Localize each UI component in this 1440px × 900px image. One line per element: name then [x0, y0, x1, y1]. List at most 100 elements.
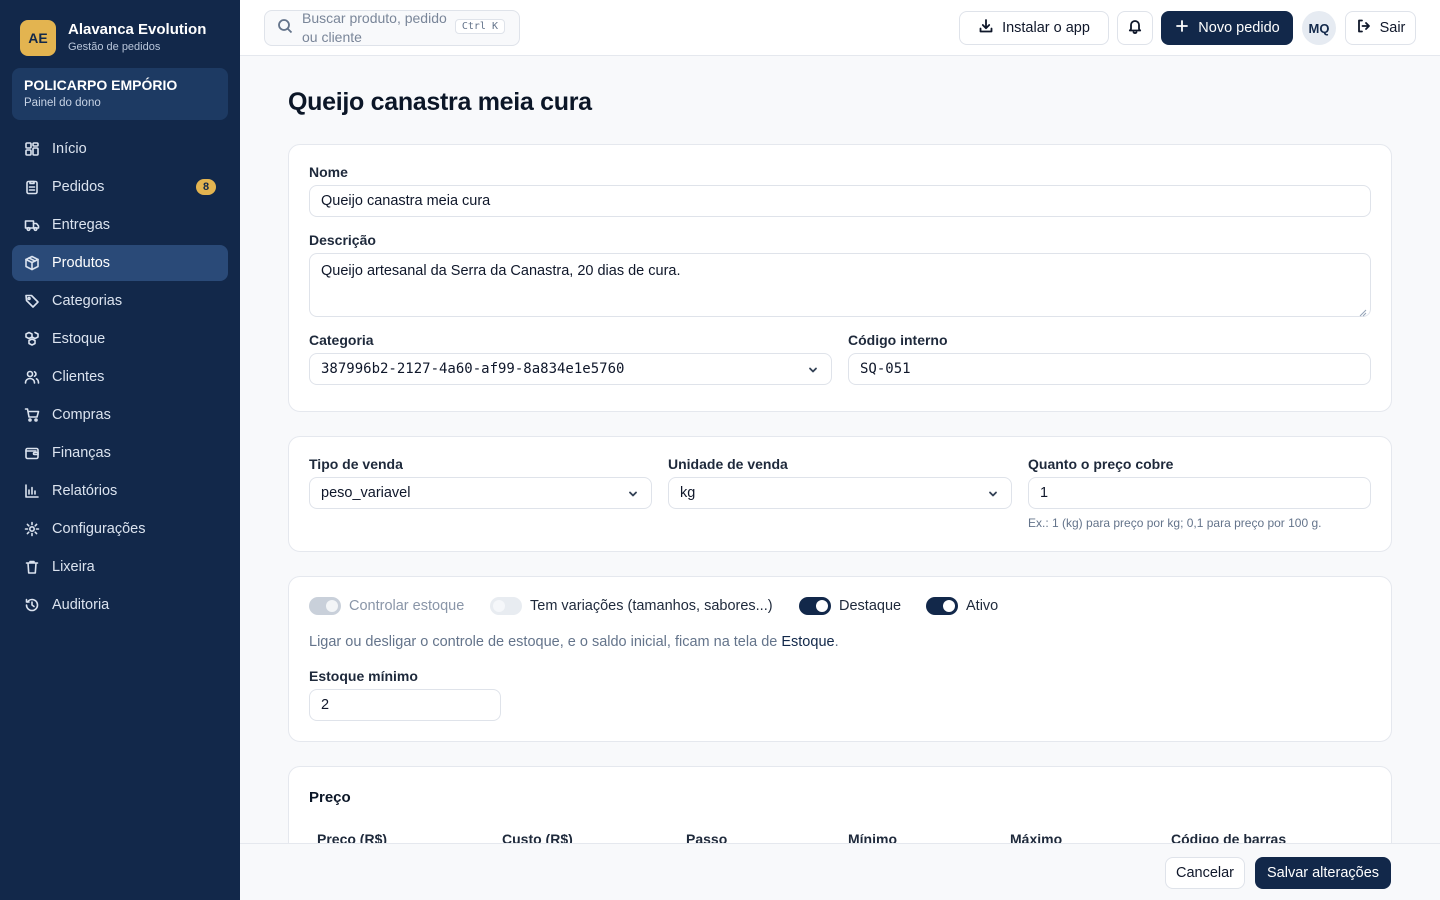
store-switcher[interactable]: POLICARPO EMPÓRIO Painel do dono — [12, 68, 228, 120]
brand-title: Alavanca Evolution — [68, 20, 207, 38]
brand: AE Alavanca Evolution Gestão de pedidos — [0, 0, 240, 56]
active-label: Ativo — [966, 598, 999, 614]
price-covers-label: Quanto o preço cobre — [1028, 456, 1174, 472]
name-label: Nome — [309, 164, 348, 180]
store-name: POLICARPO EMPÓRIO — [24, 77, 178, 93]
boxes-icon — [24, 331, 40, 347]
sidebar-item-categorias[interactable]: Categorias — [12, 283, 228, 319]
sidebar-item-estoque[interactable]: Estoque — [12, 321, 228, 357]
stock-control-toggle[interactable] — [309, 597, 341, 615]
topbar: Buscar produto, pedido ou cliente Ctrl K… — [240, 0, 1440, 56]
sidebar-item-configuracoes[interactable]: Configurações — [12, 511, 228, 547]
search-icon — [277, 18, 293, 39]
sidebar-item-label: Estoque — [52, 331, 106, 347]
sidebar-item-label: Entregas — [52, 217, 111, 233]
tag-icon — [24, 293, 40, 309]
sidebar-item-inicio[interactable]: Início — [12, 131, 228, 167]
logout-icon — [1356, 18, 1372, 38]
sidebar-item-entregas[interactable]: Entregas — [12, 207, 228, 243]
logout-label: Sair — [1379, 20, 1406, 36]
description-value: Queijo artesanal da Serra da Canastra, 2… — [321, 263, 681, 279]
resize-handle-icon[interactable] — [1359, 305, 1367, 317]
sidebar-item-relatorios[interactable]: Relatórios — [12, 473, 228, 509]
bell-icon — [1127, 18, 1143, 38]
bar-chart-icon — [24, 483, 40, 499]
price-section-title: Preço — [309, 789, 351, 806]
sidebar-item-label: Configurações — [52, 521, 146, 537]
stock-info-text: Ligar ou desligar o controle de estoque,… — [309, 634, 839, 650]
chevron-down-icon — [987, 488, 999, 500]
save-button[interactable]: Salvar alterações — [1255, 857, 1391, 889]
sidebar-item-label: Produtos — [52, 255, 111, 271]
sidebar-item-lixeira[interactable]: Lixeira — [12, 549, 228, 585]
sidebar-item-label: Clientes — [52, 369, 105, 385]
cancel-button[interactable]: Cancelar — [1165, 857, 1245, 889]
trash-icon — [24, 559, 40, 575]
stock-page-link[interactable]: Estoque — [781, 634, 834, 650]
category-value: 387996b2-2127-4a60-af99-8a834e1e5760 — [321, 361, 625, 377]
plus-icon — [1174, 18, 1190, 38]
price-covers-field[interactable]: 1 — [1028, 477, 1371, 509]
new-order-button[interactable]: Novo pedido — [1161, 11, 1293, 45]
active-toggle[interactable] — [926, 597, 958, 615]
code-field[interactable]: SQ-051 — [848, 353, 1371, 385]
stock-control-toggle-group: Controlar estoque — [309, 597, 464, 615]
sidebar-item-clientes[interactable]: Clientes — [12, 359, 228, 395]
page-title: Queijo canastra meia cura — [288, 88, 592, 116]
price-covers-hint: Ex.: 1 (kg) para preço por kg; 0,1 para … — [1028, 516, 1322, 530]
category-label: Categoria — [309, 332, 374, 348]
sidebar-item-label: Auditoria — [52, 597, 110, 613]
brand-subtitle: Gestão de pedidos — [68, 40, 161, 53]
min-stock-field[interactable]: 2 — [309, 689, 501, 721]
variations-toggle-group: Tem variações (tamanhos, sabores...) — [490, 597, 773, 615]
brand-logo: AE — [20, 19, 56, 56]
variations-label: Tem variações (tamanhos, sabores...) — [530, 598, 773, 614]
search-placeholder: Buscar produto, pedido ou cliente — [302, 10, 447, 45]
sale-settings-card: Tipo de venda peso_variavel Unidade de v… — [288, 436, 1392, 552]
logout-button[interactable]: Sair — [1345, 11, 1416, 45]
code-label: Código interno — [848, 332, 948, 348]
sale-type-select[interactable]: peso_variavel — [309, 477, 652, 509]
form-footer: Cancelar Salvar alterações — [240, 843, 1440, 900]
name-field[interactable]: Queijo canastra meia cura — [309, 185, 1371, 217]
variations-toggle[interactable] — [490, 597, 522, 615]
gear-icon — [24, 521, 40, 537]
avatar[interactable]: MQ — [1302, 11, 1336, 45]
category-select[interactable]: 387996b2-2127-4a60-af99-8a834e1e5760 — [309, 353, 832, 385]
search-shortcut: Ctrl K — [454, 19, 505, 34]
store-subtitle: Painel do dono — [24, 97, 101, 109]
sidebar: AE Alavanca Evolution Gestão de pedidos … — [0, 0, 240, 900]
description-field[interactable]: Queijo artesanal da Serra da Canastra, 2… — [309, 253, 1371, 317]
sale-type-value: peso_variavel — [321, 485, 411, 501]
download-icon — [978, 18, 994, 38]
sidebar-item-produtos[interactable]: Produtos — [12, 245, 228, 281]
chevron-down-icon — [807, 364, 819, 376]
sale-type-label: Tipo de venda — [309, 456, 403, 472]
sidebar-item-label: Relatórios — [52, 483, 118, 499]
notifications-button[interactable] — [1117, 11, 1153, 45]
sidebar-nav: Início Pedidos 8 Entregas Produtos Categ… — [12, 131, 228, 625]
sidebar-item-label: Pedidos — [52, 179, 105, 195]
stock-info-prefix: Ligar ou desligar o controle de estoque,… — [309, 634, 782, 650]
featured-label: Destaque — [839, 598, 902, 614]
sidebar-item-auditoria[interactable]: Auditoria — [12, 587, 228, 623]
package-icon — [24, 255, 40, 271]
truck-icon — [24, 217, 40, 233]
clipboard-icon — [24, 179, 40, 195]
stock-control-label: Controlar estoque — [349, 598, 465, 614]
featured-toggle[interactable] — [799, 597, 831, 615]
sale-unit-select[interactable]: kg — [668, 477, 1012, 509]
history-icon — [24, 597, 40, 613]
min-stock-label: Estoque mínimo — [309, 668, 418, 684]
install-app-button[interactable]: Instalar o app — [959, 11, 1109, 45]
product-info-card: Nome Queijo canastra meia cura Descrição… — [288, 144, 1392, 412]
search-input[interactable]: Buscar produto, pedido ou cliente Ctrl K — [264, 10, 520, 46]
sidebar-item-label: Lixeira — [52, 559, 95, 575]
new-order-label: Novo pedido — [1198, 20, 1280, 36]
sidebar-item-financas[interactable]: Finanças — [12, 435, 228, 471]
description-label: Descrição — [309, 232, 376, 248]
orders-count-badge: 8 — [196, 179, 216, 195]
sale-unit-value: kg — [680, 485, 696, 501]
sidebar-item-pedidos[interactable]: Pedidos 8 — [12, 169, 228, 205]
sidebar-item-compras[interactable]: Compras — [12, 397, 228, 433]
